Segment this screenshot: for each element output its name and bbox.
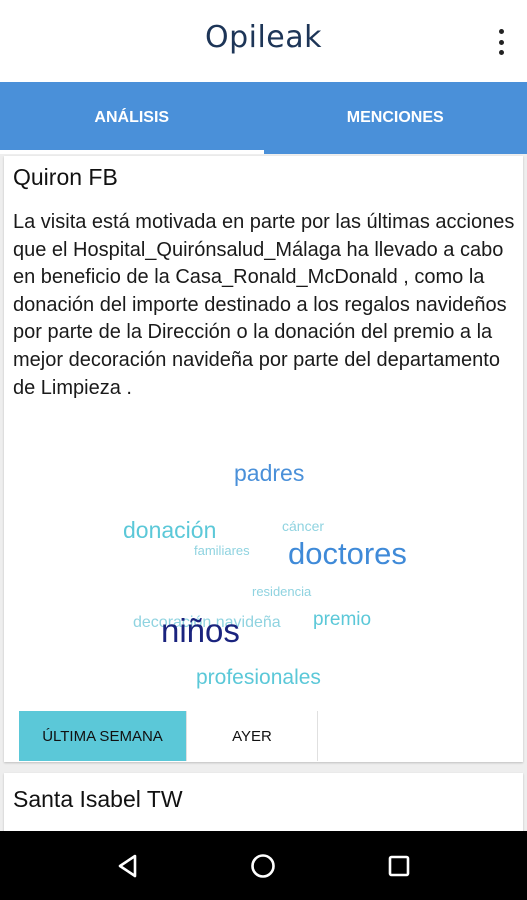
filter-yesterday-button[interactable]: AYER — [187, 711, 318, 761]
word-cloud-term[interactable]: doctores — [288, 536, 407, 572]
word-cloud-term[interactable]: premio — [313, 609, 371, 631]
word-cloud-term[interactable]: residencia — [252, 584, 311, 599]
post-card[interactable]: Santa Isabel TW — [4, 773, 523, 833]
recents-square-icon[interactable] — [379, 846, 419, 886]
system-nav-bar — [0, 831, 527, 900]
card-title: Santa Isabel TW — [13, 786, 183, 812]
filter-last-week-button[interactable]: ÚLTIMA SEMANA — [19, 711, 187, 761]
post-card: Quiron FB La visita está motivada en par… — [4, 156, 523, 762]
more-vert-icon[interactable] — [497, 29, 505, 55]
back-triangle-icon[interactable] — [108, 846, 148, 886]
word-cloud-term[interactable]: donación — [123, 517, 216, 544]
home-circle-icon[interactable] — [243, 846, 283, 886]
word-cloud-term[interactable]: niños — [161, 612, 240, 650]
app-bar: Opileak — [0, 0, 527, 82]
word-cloud: padres donación cáncer familiares doctor… — [4, 156, 523, 756]
word-cloud-term[interactable]: profesionales — [196, 666, 321, 690]
app-logo: Opileak — [204, 20, 323, 55]
tab-analisis[interactable]: ANÁLISIS — [0, 82, 264, 154]
time-filter-bar: ÚLTIMA SEMANA AYER — [19, 711, 318, 761]
tab-bar: ANÁLISIS MENCIONES — [0, 82, 527, 154]
tab-menciones[interactable]: MENCIONES — [264, 82, 527, 154]
word-cloud-term[interactable]: cáncer — [282, 518, 324, 534]
word-cloud-term[interactable]: familiares — [194, 543, 250, 558]
word-cloud-term[interactable]: padres — [234, 460, 304, 487]
